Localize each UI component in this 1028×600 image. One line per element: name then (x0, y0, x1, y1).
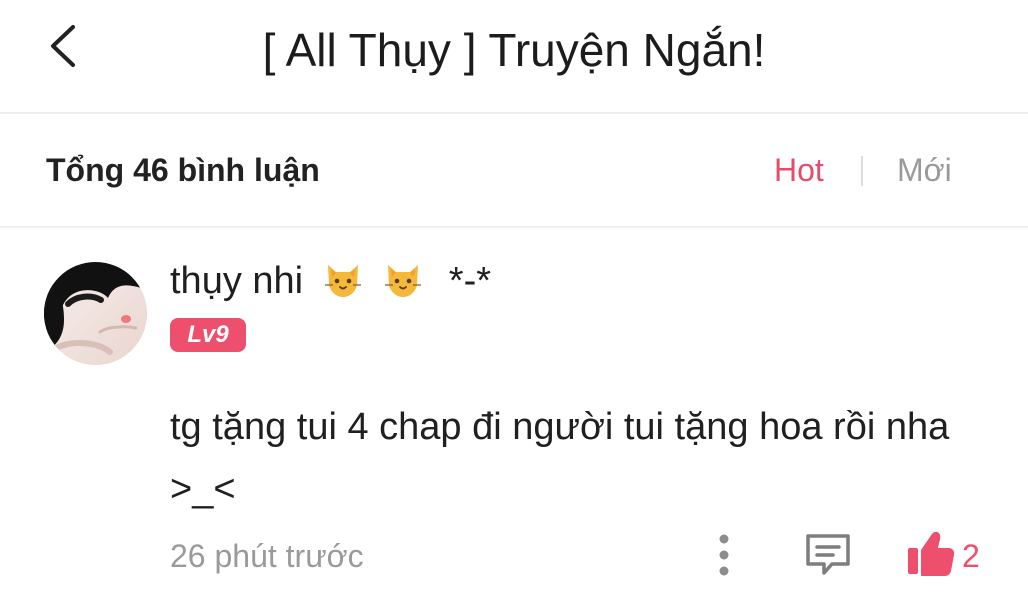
avatar[interactable] (44, 262, 147, 365)
chevron-left-icon (51, 25, 75, 67)
sort-divider (861, 156, 863, 186)
like-count: 2 (962, 538, 980, 574)
sort-hot-tab[interactable]: Hot (774, 150, 824, 190)
thumbs-up-icon (908, 531, 955, 576)
more-options-button[interactable] (706, 530, 742, 580)
comment-total: Tổng 46 bình luận (46, 152, 320, 188)
comment-text: tg tặng tui 4 chap đi người tui tặng hoa… (170, 406, 950, 510)
username-suffix: *-* (448, 260, 492, 302)
cat-face-icon (324, 265, 361, 297)
comment-icon (806, 534, 850, 575)
comment-time: 26 phút trước (170, 538, 364, 574)
avatar-image (44, 262, 147, 365)
sort-new-tab[interactable]: Mới (897, 150, 952, 190)
header-bar: [ All Thụy ] Truyện Ngắn! (0, 0, 1028, 114)
back-button[interactable] (36, 20, 88, 72)
reply-button[interactable] (802, 530, 854, 580)
comment-username[interactable]: thụy nhi *-* (170, 257, 491, 304)
level-badge: Lv9 (170, 318, 246, 352)
comment-page: [ All Thụy ] Truyện Ngắn! Tổng 46 bình l… (0, 0, 1028, 600)
more-vertical-icon (719, 534, 729, 576)
like-button[interactable] (904, 526, 996, 582)
page-title: [ All Thụy ] Truyện Ngắn! (262, 24, 766, 76)
cat-face-icon (385, 265, 422, 297)
username-text: thụy nhi (170, 260, 304, 302)
